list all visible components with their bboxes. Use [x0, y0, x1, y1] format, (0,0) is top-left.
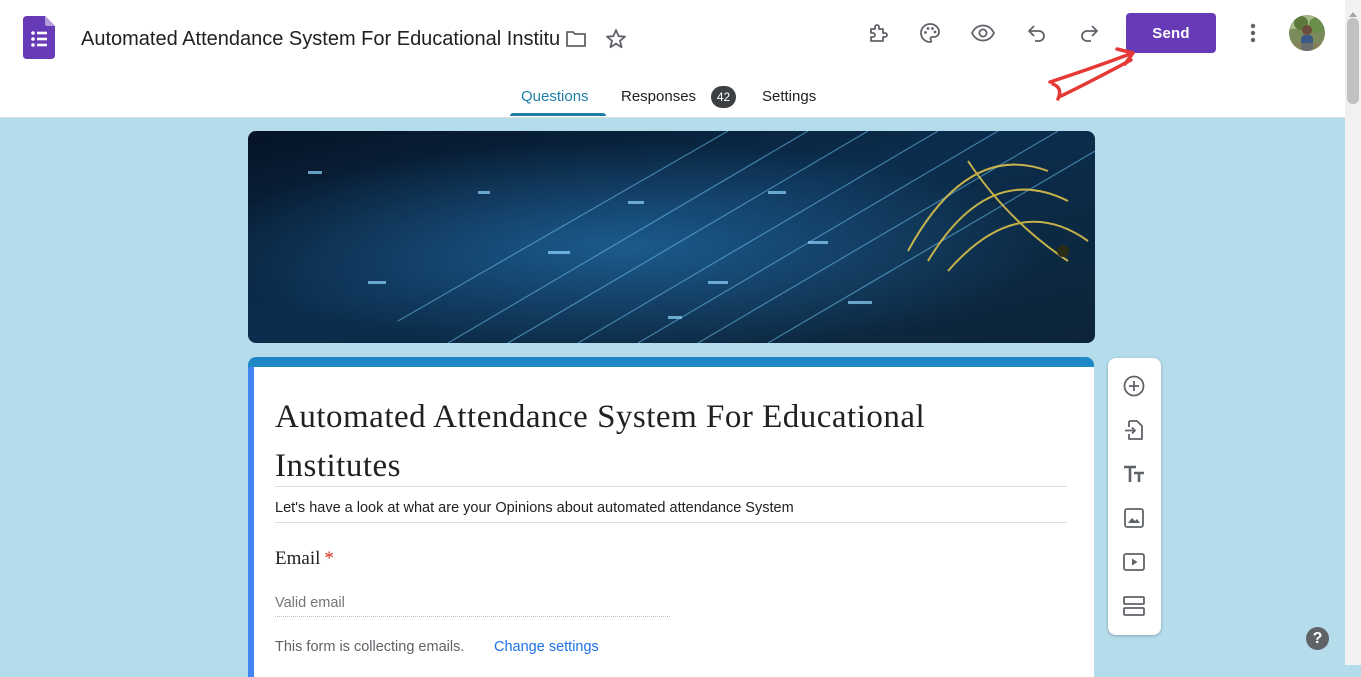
responses-count-badge: 42: [711, 86, 736, 108]
add-video-icon[interactable]: [1121, 549, 1147, 575]
email-label-text: Email: [275, 548, 321, 569]
add-section-icon[interactable]: [1121, 593, 1147, 619]
help-icon[interactable]: ?: [1306, 627, 1329, 650]
active-tab-indicator: [510, 113, 606, 116]
addons-icon[interactable]: [865, 20, 891, 46]
floating-question-toolbar: [1108, 358, 1161, 635]
palette-icon[interactable]: [917, 20, 943, 46]
document-title[interactable]: Automated Attendance System For Educatio…: [81, 26, 559, 52]
undo-icon[interactable]: [1024, 20, 1050, 46]
tab-bar: Questions Responses 42 Settings: [0, 80, 1345, 117]
app-header: Automated Attendance System For Educatio…: [0, 0, 1345, 118]
add-question-icon[interactable]: [1121, 373, 1147, 399]
card-active-indicator: [248, 367, 254, 677]
redo-icon[interactable]: [1076, 20, 1102, 46]
tab-questions[interactable]: Questions: [521, 88, 589, 105]
folder-icon[interactable]: [564, 27, 588, 56]
title-divider: [275, 486, 1067, 487]
scrollbar-thumb[interactable]: [1347, 18, 1359, 104]
card-accent-top: [248, 357, 1094, 367]
form-title-card[interactable]: Automated Attendance System For Educatio…: [248, 357, 1094, 677]
form-description[interactable]: Let's have a look at what are your Opini…: [275, 500, 794, 516]
form-header-image[interactable]: [248, 131, 1095, 343]
preview-eye-icon[interactable]: [970, 20, 996, 46]
google-forms-logo[interactable]: [23, 16, 55, 59]
email-question-label: Email *: [275, 548, 334, 570]
add-image-icon[interactable]: [1121, 505, 1147, 531]
email-field[interactable]: [275, 590, 670, 617]
required-asterisk: *: [324, 548, 334, 569]
collecting-emails-note: This form is collecting emails.: [275, 639, 465, 655]
form-title[interactable]: Automated Attendance System For Educatio…: [275, 393, 995, 491]
avatar[interactable]: [1289, 15, 1325, 51]
tab-settings[interactable]: Settings: [762, 88, 816, 105]
import-questions-icon[interactable]: [1121, 417, 1147, 443]
change-settings-link[interactable]: Change settings: [494, 639, 599, 655]
add-title-icon[interactable]: [1121, 461, 1147, 487]
tab-responses[interactable]: Responses: [621, 88, 696, 105]
description-divider: [275, 522, 1067, 523]
star-icon[interactable]: [604, 27, 628, 56]
more-vert-icon[interactable]: [1243, 20, 1263, 51]
